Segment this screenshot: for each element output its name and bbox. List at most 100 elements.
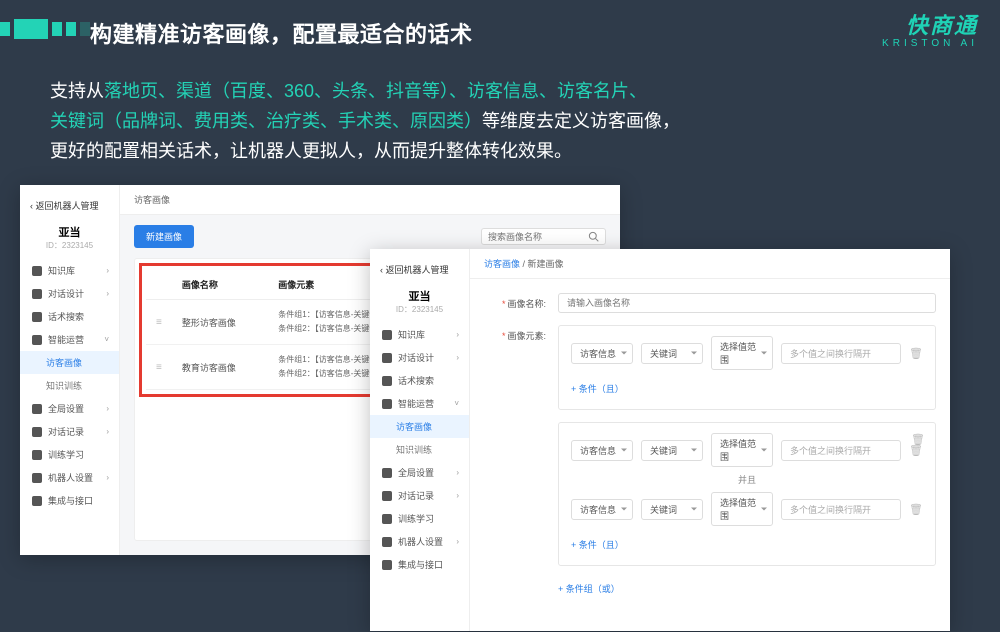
new-profile-button[interactable]: 新建画像 <box>134 225 194 248</box>
menu-icon <box>382 468 392 478</box>
sidebar-item[interactable]: 对话记录› <box>20 420 119 443</box>
add-condition-link[interactable]: + 条件（且） <box>571 534 923 555</box>
select-source[interactable]: 访客信息 <box>571 499 633 520</box>
menu-icon <box>32 496 42 506</box>
heading-bar: 构建精准访客画像，配置最适合的话术 快商通 KRISTON AI <box>0 0 1000 54</box>
select-range[interactable]: 选择值范围 <box>711 433 773 467</box>
cell-name: 教育访客画像 <box>172 345 268 390</box>
profile-name-input[interactable] <box>558 293 936 313</box>
search-input[interactable] <box>488 232 588 242</box>
sidebar-item[interactable]: 机器人设置› <box>20 466 119 489</box>
chevron-icon: › <box>456 537 459 546</box>
sidebar-item-label: 对话设计 <box>48 287 106 300</box>
sidebar-item[interactable]: 访客画像 <box>20 351 119 374</box>
sidebar-item[interactable]: 对话记录› <box>370 484 469 507</box>
sidebar-item-label: 全局设置 <box>48 402 106 415</box>
add-group-link[interactable]: + 条件组（或） <box>558 578 936 599</box>
sidebar-item-label: 训练学习 <box>48 448 109 461</box>
back-link[interactable]: ‹ 返回机器人管理 <box>20 195 119 220</box>
sidebar-item[interactable]: 知识库› <box>370 323 469 346</box>
select-field[interactable]: 关键词 <box>641 343 703 364</box>
sidebar-item-label: 知识训练 <box>46 379 109 392</box>
chevron-icon: › <box>106 427 109 436</box>
menu-icon <box>32 266 42 276</box>
panel-profile-form: ‹ 返回机器人管理 亚当 ID：2323145 知识库›对话设计›话术搜索智能运… <box>370 249 950 631</box>
sidebar-left: ‹ 返回机器人管理 亚当 ID：2323145 知识库›对话设计›话术搜索智能运… <box>20 185 120 555</box>
drag-handle-icon[interactable]: ≡ <box>156 317 162 328</box>
chevron-icon: › <box>106 473 109 482</box>
label-name: *画像名称: <box>490 293 546 310</box>
page-title: 构建精准访客画像，配置最适合的话术 <box>90 17 473 49</box>
value-input[interactable]: 多个值之间换行隔开 <box>781 499 901 520</box>
bot-id: ID：2323145 <box>370 304 469 323</box>
sidebar-item-label: 全局设置 <box>398 466 456 479</box>
sidebar-item-label: 知识库 <box>48 264 106 277</box>
brand-logo: 快商通 KRISTON AI <box>882 8 978 49</box>
back-label: 返回机器人管理 <box>36 201 99 211</box>
sidebar-item[interactable]: 训练学习 <box>370 507 469 530</box>
select-range[interactable]: 选择值范围 <box>711 336 773 370</box>
sidebar-item-label: 智能运营 <box>48 333 104 346</box>
menu-icon <box>32 312 42 322</box>
menu-icon <box>32 427 42 437</box>
delete-icon[interactable]: 🗑 <box>909 347 923 360</box>
desc-text: 更好的配置相关话术，让机器人更拟人，从而提升整体转化效果。 <box>50 141 572 161</box>
back-link[interactable]: ‹ 返回机器人管理 <box>370 259 469 284</box>
sidebar-right: ‹ 返回机器人管理 亚当 ID：2323145 知识库›对话设计›话术搜索智能运… <box>370 249 470 631</box>
sidebar-item[interactable]: 对话设计› <box>20 282 119 305</box>
search-icon <box>588 231 599 242</box>
value-input[interactable]: 多个值之间换行隔开 <box>781 440 901 461</box>
sidebar-item-label: 智能运营 <box>398 397 454 410</box>
select-source[interactable]: 访客信息 <box>571 343 633 364</box>
chevron-icon: › <box>106 289 109 298</box>
chevron-icon: ˅ <box>104 335 109 344</box>
sidebar-item-label: 话术搜索 <box>48 310 109 323</box>
select-field[interactable]: 关键词 <box>641 499 703 520</box>
sidebar-item-label: 访客画像 <box>396 420 459 433</box>
search-box[interactable] <box>481 228 606 245</box>
delete-icon[interactable]: 🗑 <box>909 503 923 516</box>
crumb-link[interactable]: 访客画像 <box>484 259 520 269</box>
select-range[interactable]: 选择值范围 <box>711 492 773 526</box>
label-elem: *画像元素: <box>490 325 546 342</box>
sidebar-item[interactable]: 集成与接口 <box>370 553 469 576</box>
th-name: 画像名称 <box>172 270 268 300</box>
sidebar-item-label: 话术搜索 <box>398 374 459 387</box>
sidebar-item[interactable]: 知识库› <box>20 259 119 282</box>
sidebar-item[interactable]: 训练学习 <box>20 443 119 466</box>
select-field[interactable]: 关键词 <box>641 440 703 461</box>
bot-id: ID：2323145 <box>20 240 119 259</box>
sidebar-item[interactable]: 集成与接口 <box>20 489 119 512</box>
condition-group: 访客信息 关键词 选择值范围 多个值之间换行隔开 🗑 + 条件（且） <box>558 325 936 410</box>
value-input[interactable]: 多个值之间换行隔开 <box>781 343 901 364</box>
menu-icon <box>382 353 392 363</box>
sidebar-item[interactable]: 全局设置› <box>20 397 119 420</box>
sidebar-item-label: 对话记录 <box>398 489 456 502</box>
sidebar-item[interactable]: 智能运营˅ <box>20 328 119 351</box>
add-condition-link[interactable]: + 条件（且） <box>571 378 923 399</box>
sidebar-item[interactable]: 知识训练 <box>20 374 119 397</box>
sidebar-item-label: 机器人设置 <box>48 471 106 484</box>
cell-name: 整形访客画像 <box>172 300 268 345</box>
crumb-current: 访客画像 <box>134 195 170 205</box>
sidebar-item[interactable]: 话术搜索 <box>20 305 119 328</box>
sidebar-item-label: 对话设计 <box>398 351 456 364</box>
sidebar-item[interactable]: 智能运营˅ <box>370 392 469 415</box>
sidebar-item[interactable]: 访客画像 <box>370 415 469 438</box>
desc-text: 支持从 <box>50 81 104 101</box>
menu-icon <box>32 473 42 483</box>
desc-text: 等维度去定义访客画像， <box>482 111 680 131</box>
drag-handle-icon[interactable]: ≡ <box>156 362 162 373</box>
sidebar-item[interactable]: 话术搜索 <box>370 369 469 392</box>
select-source[interactable]: 访客信息 <box>571 440 633 461</box>
sidebar-item[interactable]: 机器人设置› <box>370 530 469 553</box>
sidebar-item[interactable]: 全局设置› <box>370 461 469 484</box>
sidebar-item[interactable]: 对话设计› <box>370 346 469 369</box>
sidebar-item[interactable]: 知识训练 <box>370 438 469 461</box>
sidebar-item-label: 机器人设置 <box>398 535 456 548</box>
delete-group-icon[interactable]: 🗑 <box>911 433 925 446</box>
brand-cn: 快商通 <box>882 8 978 40</box>
crumb-sep: / <box>520 259 528 269</box>
chevron-icon: › <box>456 353 459 362</box>
sidebar-item-label: 训练学习 <box>398 512 459 525</box>
